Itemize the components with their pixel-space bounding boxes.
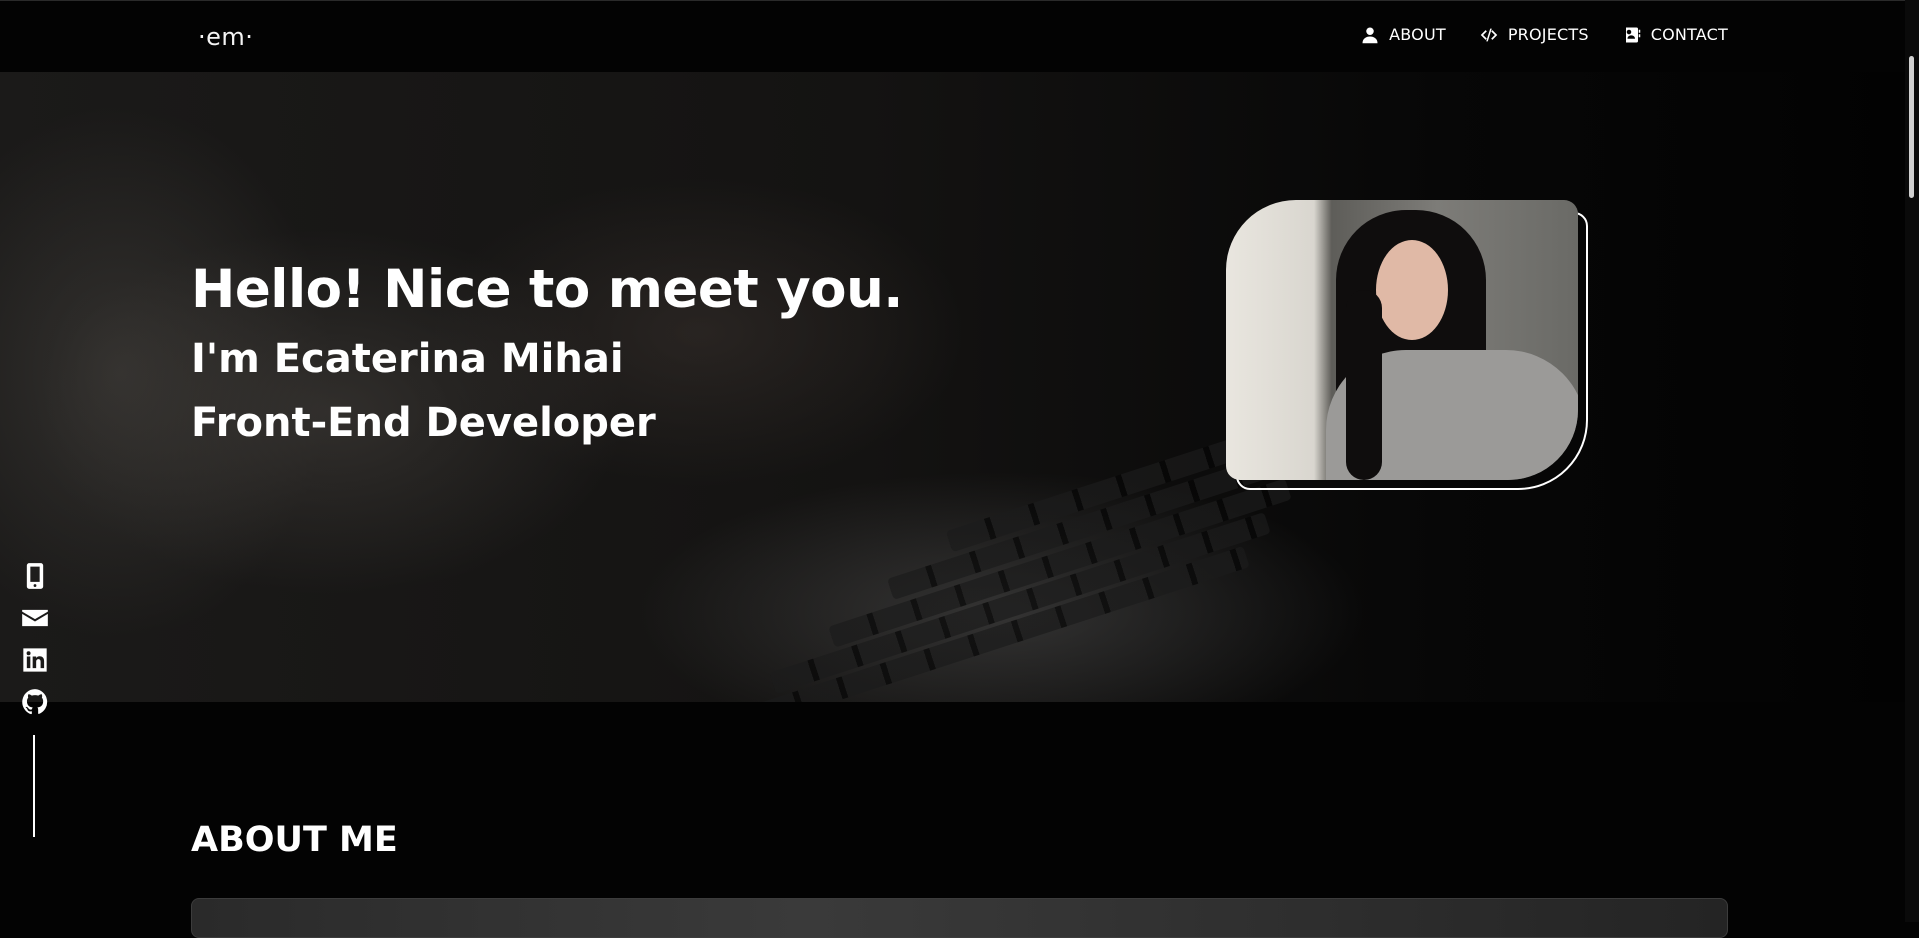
mobile-phone-icon[interactable] [21,562,49,590]
address-book-icon [1625,27,1640,42]
code-icon [1480,28,1498,41]
github-icon[interactable] [21,688,49,716]
nav-about-label: ABOUT [1389,25,1446,44]
hero-section: Hello! Nice to meet you. I'm Ecaterina M… [0,72,1919,702]
nav-projects-label: PROJECTS [1507,25,1589,44]
photo-face [1376,240,1448,340]
hero-greeting: Hello! Nice to meet you. [191,259,903,320]
page-scrollbar[interactable] [1905,0,1919,922]
nav-contact-link[interactable]: CONTACT [1623,25,1728,44]
nav-projects-link[interactable]: PROJECTS [1480,25,1589,44]
top-navbar: ·em· ABOUT PROJECTS CONTACT [0,0,1919,72]
about-heading: ABOUT ME [191,820,398,860]
hero-role: Front-End Developer [191,400,656,446]
site-logo[interactable]: ·em· [198,23,253,51]
user-icon [1362,27,1378,43]
social-links [18,562,52,716]
main-nav: ABOUT PROJECTS CONTACT [1361,25,1728,44]
nav-contact-label: CONTACT [1650,25,1728,44]
photo-hair-front [1346,290,1382,480]
profile-photo [1226,200,1578,480]
about-card [191,898,1728,938]
social-rail-line [33,735,35,837]
scrollbar-thumb[interactable] [1909,56,1914,198]
linkedin-icon[interactable] [21,646,49,674]
hero-name: I'm Ecaterina Mihai [191,336,624,382]
nav-about-link[interactable]: ABOUT [1361,25,1446,44]
envelope-icon[interactable] [21,604,49,632]
